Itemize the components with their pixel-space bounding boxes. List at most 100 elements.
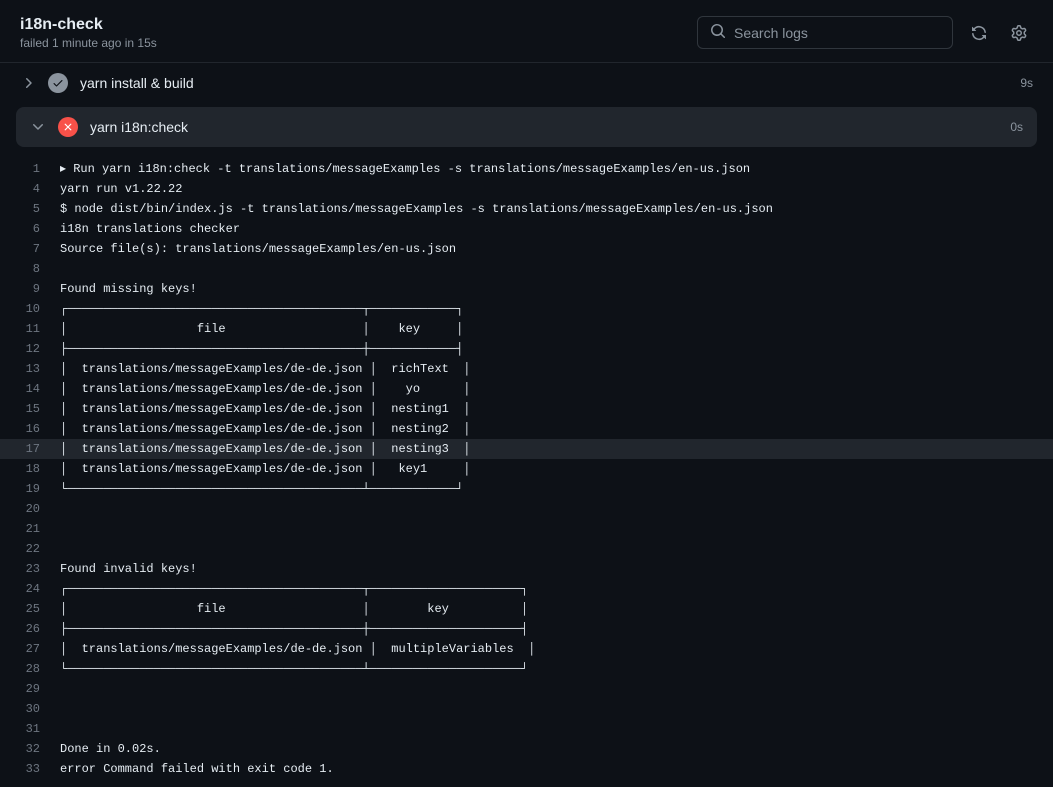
job-title: i18n-check — [20, 16, 157, 34]
line-content: │ file │ key │ — [60, 599, 1033, 619]
chevron-right-icon — [20, 75, 36, 91]
line-content: │ translations/messageExamples/de-de.jso… — [60, 639, 1033, 659]
steps-list: yarn install & build 9s yarn i18n:check … — [0, 63, 1053, 147]
line-number: 13 — [20, 359, 60, 379]
log-line[interactable]: 6i18n translations checker — [0, 219, 1053, 239]
line-content: │ translations/messageExamples/de-de.jso… — [60, 399, 1033, 419]
page-header: i18n-check failed 1 minute ago in 15s — [0, 0, 1053, 63]
log-line[interactable]: 27│ translations/messageExamples/de-de.j… — [0, 639, 1053, 659]
line-content: │ translations/messageExamples/de-de.jso… — [60, 419, 1033, 439]
line-number: 29 — [20, 679, 60, 699]
step-name: yarn i18n:check — [90, 119, 998, 135]
step-duration: 9s — [1020, 76, 1033, 90]
log-line[interactable]: 15│ translations/messageExamples/de-de.j… — [0, 399, 1053, 419]
line-content: i18n translations checker — [60, 219, 1033, 239]
log-line[interactable]: 29 — [0, 679, 1053, 699]
line-content: ├───────────────────────────────────────… — [60, 339, 1033, 359]
log-line[interactable]: 16│ translations/messageExamples/de-de.j… — [0, 419, 1053, 439]
log-line[interactable]: 10┌─────────────────────────────────────… — [0, 299, 1053, 319]
line-content: $ node dist/bin/index.js -t translations… — [60, 199, 1033, 219]
log-line[interactable]: 26├─────────────────────────────────────… — [0, 619, 1053, 639]
step-name: yarn install & build — [80, 75, 1008, 91]
line-content: ┌───────────────────────────────────────… — [60, 299, 1033, 319]
line-number: 14 — [20, 379, 60, 399]
log-line[interactable]: 8 — [0, 259, 1053, 279]
line-number: 6 — [20, 219, 60, 239]
log-line[interactable]: 13│ translations/messageExamples/de-de.j… — [0, 359, 1053, 379]
line-content: └───────────────────────────────────────… — [60, 659, 1033, 679]
line-content: │ file │ key │ — [60, 319, 1033, 339]
log-line[interactable]: 19└─────────────────────────────────────… — [0, 479, 1053, 499]
line-content: │ translations/messageExamples/de-de.jso… — [60, 359, 1033, 379]
rerun-button[interactable] — [965, 19, 993, 47]
line-number: 4 — [20, 179, 60, 199]
line-content: Found missing keys! — [60, 279, 1033, 299]
line-number: 26 — [20, 619, 60, 639]
log-line[interactable]: 28└─────────────────────────────────────… — [0, 659, 1053, 679]
log-line[interactable]: 11│ file │ key │ — [0, 319, 1053, 339]
log-line[interactable]: 12├─────────────────────────────────────… — [0, 339, 1053, 359]
line-content: Found invalid keys! — [60, 559, 1033, 579]
log-line[interactable]: 25│ file │ key │ — [0, 599, 1053, 619]
line-number: 24 — [20, 579, 60, 599]
search-input[interactable] — [734, 25, 940, 41]
x-icon — [58, 117, 78, 137]
log-line[interactable]: 22 — [0, 539, 1053, 559]
log-line[interactable]: 9Found missing keys! — [0, 279, 1053, 299]
line-number: 18 — [20, 459, 60, 479]
line-content: Source file(s): translations/messageExam… — [60, 239, 1033, 259]
line-number: 9 — [20, 279, 60, 299]
log-line[interactable]: 20 — [0, 499, 1053, 519]
log-line[interactable]: 7Source file(s): translations/messageExa… — [0, 239, 1053, 259]
log-line[interactable]: 14│ translations/messageExamples/de-de.j… — [0, 379, 1053, 399]
log-line[interactable]: 21 — [0, 519, 1053, 539]
log-line[interactable]: 31 — [0, 719, 1053, 739]
log-line[interactable]: 5$ node dist/bin/index.js -t translation… — [0, 199, 1053, 219]
line-number: 27 — [20, 639, 60, 659]
line-number: 22 — [20, 539, 60, 559]
line-number: 19 — [20, 479, 60, 499]
line-number: 21 — [20, 519, 60, 539]
settings-button[interactable] — [1005, 19, 1033, 47]
line-number: 25 — [20, 599, 60, 619]
log-line[interactable]: 30 — [0, 699, 1053, 719]
line-content — [60, 539, 1033, 559]
line-number: 33 — [20, 759, 60, 779]
log-output[interactable]: 1▸ Run yarn i18n:check -t translations/m… — [0, 151, 1053, 787]
line-content — [60, 699, 1033, 719]
line-content — [60, 499, 1033, 519]
line-number: 30 — [20, 699, 60, 719]
line-content — [60, 679, 1033, 699]
check-icon — [48, 73, 68, 93]
line-number: 23 — [20, 559, 60, 579]
chevron-down-icon — [30, 119, 46, 135]
log-line[interactable]: 24┌─────────────────────────────────────… — [0, 579, 1053, 599]
log-line[interactable]: 18│ translations/messageExamples/de-de.j… — [0, 459, 1053, 479]
job-status: failed 1 minute ago in 15s — [20, 36, 157, 50]
log-line[interactable]: 1▸ Run yarn i18n:check -t translations/m… — [0, 159, 1053, 179]
header-right — [697, 16, 1033, 49]
search-box[interactable] — [697, 16, 953, 49]
line-content: Done in 0.02s. — [60, 739, 1033, 759]
line-number: 5 — [20, 199, 60, 219]
line-number: 20 — [20, 499, 60, 519]
line-number: 1 — [20, 159, 60, 179]
line-number: 7 — [20, 239, 60, 259]
line-number: 10 — [20, 299, 60, 319]
line-content: │ translations/messageExamples/de-de.jso… — [60, 459, 1033, 479]
line-content: │ translations/messageExamples/de-de.jso… — [60, 379, 1033, 399]
log-line[interactable]: 4yarn run v1.22.22 — [0, 179, 1053, 199]
step-row-install[interactable]: yarn install & build 9s — [0, 63, 1053, 103]
step-row-i18n-check[interactable]: yarn i18n:check 0s — [16, 107, 1037, 147]
line-content: │ translations/messageExamples/de-de.jso… — [60, 439, 1033, 459]
log-line[interactable]: 17│ translations/messageExamples/de-de.j… — [0, 439, 1053, 459]
log-line[interactable]: 23Found invalid keys! — [0, 559, 1053, 579]
line-number: 8 — [20, 259, 60, 279]
line-content: ▸ Run yarn i18n:check -t translations/me… — [60, 159, 1033, 179]
log-line[interactable]: 32Done in 0.02s. — [0, 739, 1053, 759]
line-content: ├───────────────────────────────────────… — [60, 619, 1033, 639]
line-number: 15 — [20, 399, 60, 419]
line-content — [60, 259, 1033, 279]
search-icon — [710, 23, 726, 42]
log-line[interactable]: 33error Command failed with exit code 1. — [0, 759, 1053, 779]
